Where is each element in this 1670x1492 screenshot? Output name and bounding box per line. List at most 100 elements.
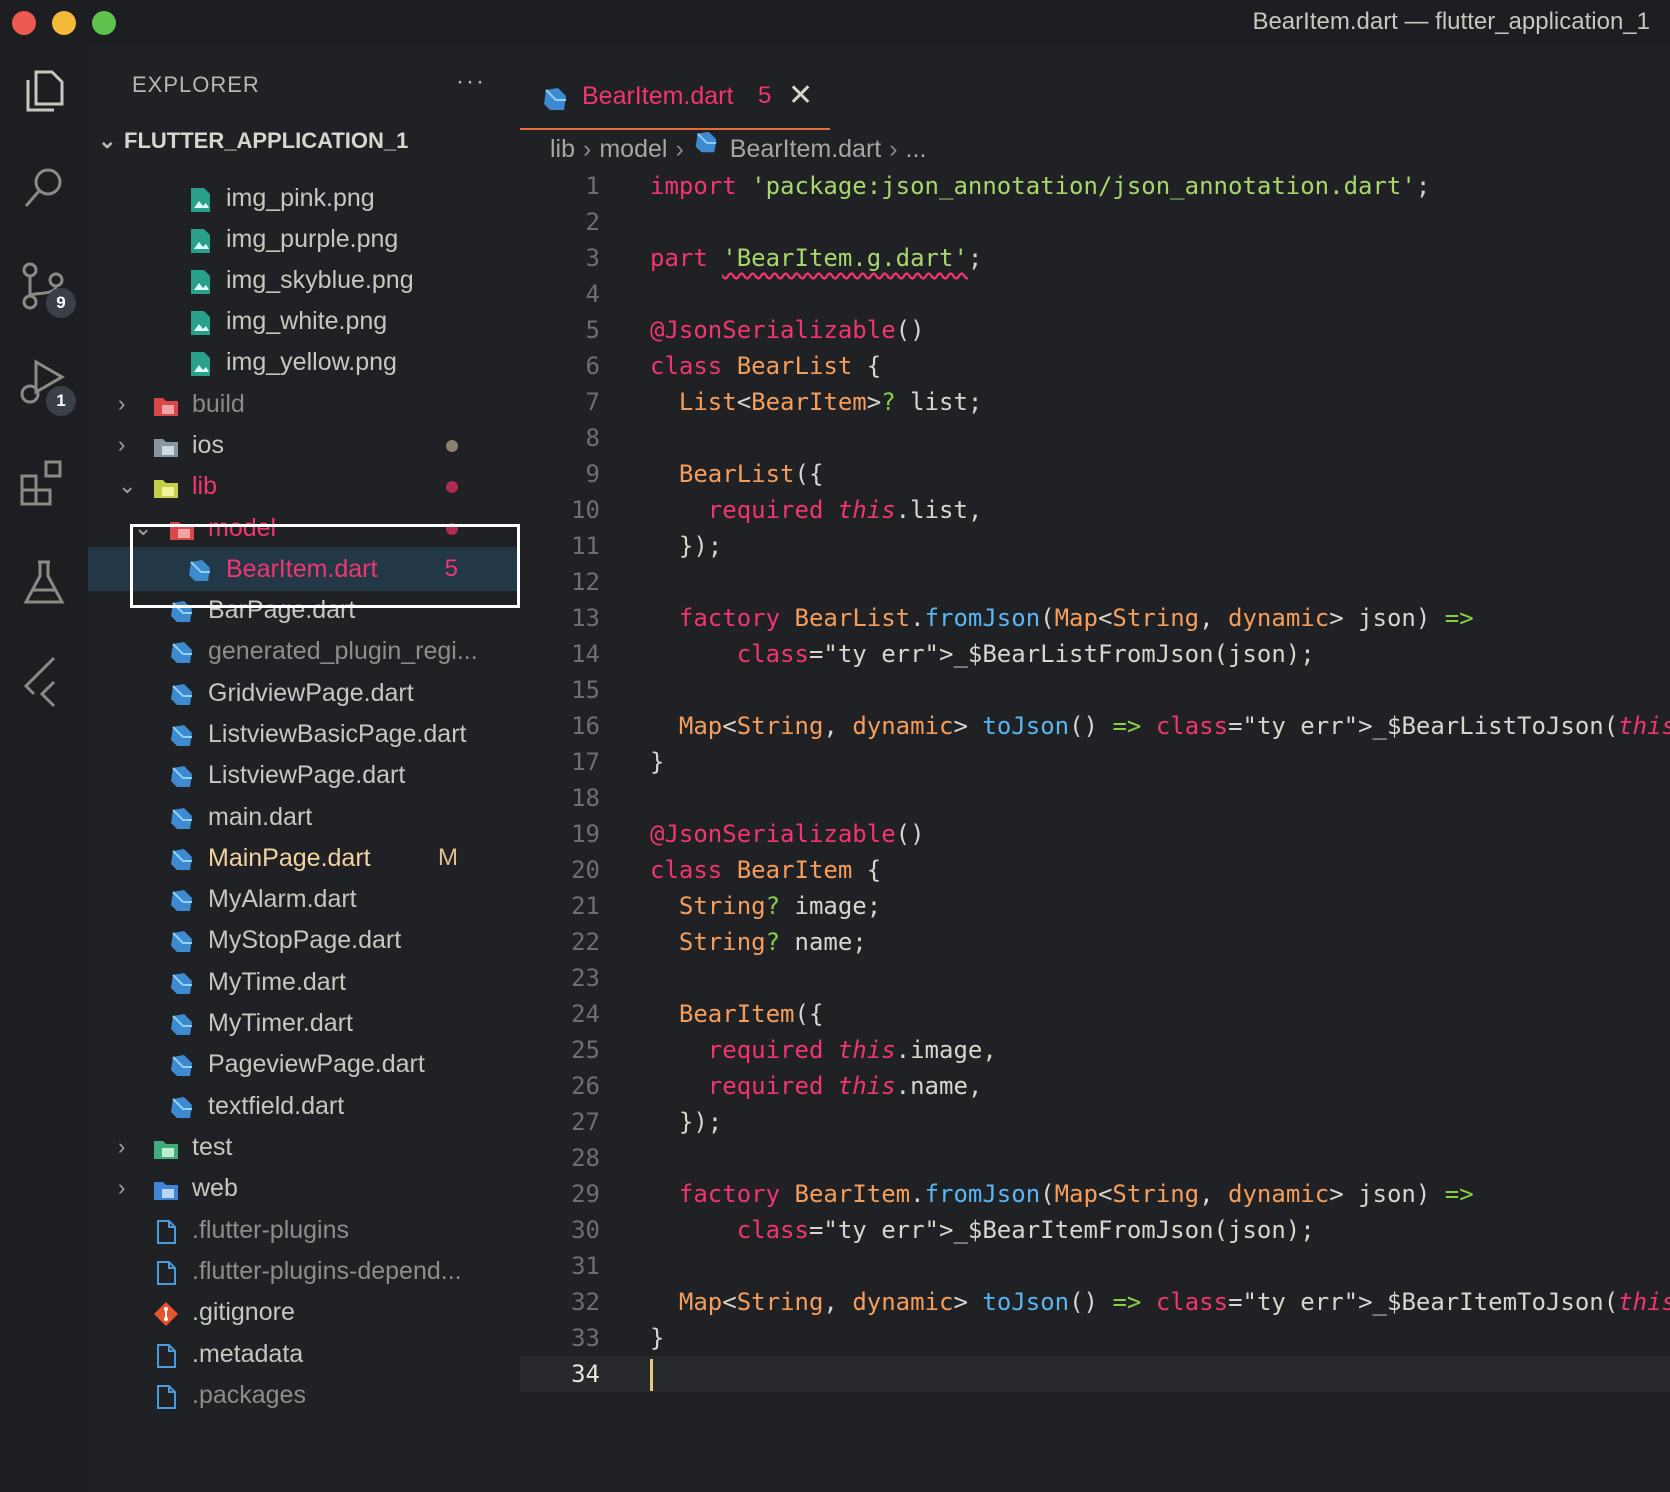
code-line[interactable]: 17} [520, 744, 1670, 780]
code-line[interactable]: 32 Map<String, dynamic> toJson() => clas… [520, 1284, 1670, 1320]
code-line[interactable]: 3 part 'BearItem.g.dart'; [520, 240, 1670, 276]
explorer-item[interactable]: ⌄ model [88, 506, 520, 550]
explorer-item[interactable]: GridviewPage.dart [88, 671, 520, 715]
code-line[interactable]: 11 }); [520, 528, 1670, 564]
explorer-item[interactable]: › build [88, 382, 520, 426]
code-line[interactable]: 20 class BearItem { [520, 852, 1670, 888]
explorer-item[interactable]: img_skyblue.png [88, 258, 520, 302]
explorer-item[interactable]: › test [88, 1125, 520, 1169]
code-line[interactable]: 5 @JsonSerializable() [520, 312, 1670, 348]
code-editor[interactable]: 1 import 'package:json_annotation/json_an… [520, 168, 1670, 1392]
explorer-item[interactable]: › ios [88, 423, 520, 467]
code-text: Map<String, dynamic> toJson() => class="… [678, 1288, 1670, 1316]
code-line[interactable]: 34 [520, 1356, 1670, 1392]
code-line[interactable]: 19 @JsonSerializable() [520, 816, 1670, 852]
project-root[interactable]: ⌄ FLUTTER_APPLICATION_1 [98, 128, 408, 162]
search-icon[interactable] [16, 160, 72, 216]
explorer-item[interactable]: MyAlarm.dart [88, 877, 520, 921]
explorer-item[interactable]: textfield.dart [88, 1084, 520, 1128]
explorer-item[interactable]: img_purple.png [88, 217, 520, 261]
code-line[interactable]: 6 class BearList { [520, 348, 1670, 384]
breadcrumb-more[interactable]: ... [906, 129, 927, 169]
extensions-icon[interactable] [16, 454, 72, 510]
code-line[interactable]: 2 [520, 204, 1670, 240]
flutter-icon[interactable] [16, 652, 72, 708]
explorer-item-label: img_purple.png [226, 225, 399, 253]
dart-file-icon [168, 844, 196, 872]
code-line[interactable]: 30 class="ty err">_$BearItemFromJson(jso… [520, 1212, 1670, 1248]
explorer-item[interactable]: .gitignore [88, 1290, 520, 1334]
explorer-item[interactable]: generated_plugin_regi... [88, 629, 520, 673]
explorer-item[interactable]: MyTimer.dart [88, 1001, 520, 1045]
explorer-item-label: main.dart [208, 803, 313, 831]
code-line[interactable]: 25 required this.image, [520, 1032, 1670, 1068]
explorer-more-button[interactable]: ··· [456, 68, 486, 96]
code-line[interactable]: 12 [520, 564, 1670, 600]
line-number: 27 [571, 1108, 600, 1136]
code-line[interactable]: 8 [520, 420, 1670, 456]
code-line[interactable]: 31 [520, 1248, 1670, 1284]
code-line[interactable]: 27 }); [520, 1104, 1670, 1140]
breadcrumb-lib[interactable]: lib [550, 129, 575, 169]
explorer-item[interactable]: ListviewBasicPage.dart [88, 712, 520, 756]
explorer-sidebar: EXPLORER ··· ⌄ FLUTTER_APPLICATION_1 img_… [88, 44, 520, 1492]
explorer-item[interactable]: MyTime.dart [88, 960, 520, 1004]
explorer-item[interactable]: .flutter-plugins-depend... [88, 1249, 520, 1293]
code-text: part 'BearItem.g.dart'; [650, 244, 983, 272]
line-number: 13 [571, 604, 600, 632]
code-text: BearList({ [678, 460, 824, 488]
code-line[interactable]: 28 [520, 1140, 1670, 1176]
testing-icon[interactable] [16, 554, 72, 610]
code-line[interactable]: 7 List<BearItem>? list; [520, 384, 1670, 420]
explorer-icon[interactable] [16, 64, 72, 120]
explorer-item-label: img_pink.png [226, 184, 375, 212]
code-line[interactable]: 16 Map<String, dynamic> toJson() => clas… [520, 708, 1670, 744]
explorer-item[interactable]: MyStopPage.dart [88, 918, 520, 962]
code-text: }); [650, 1108, 723, 1136]
explorer-item[interactable]: ⌄ lib [88, 464, 520, 508]
code-line[interactable]: 4 [520, 276, 1670, 312]
code-line[interactable]: 26 required this.name, [520, 1068, 1670, 1104]
source-control-badge: 9 [46, 288, 76, 318]
explorer-item[interactable]: ListviewPage.dart [88, 753, 520, 797]
explorer-item[interactable]: › web [88, 1166, 520, 1210]
explorer-item[interactable]: .packages [88, 1373, 520, 1417]
code-line[interactable]: 1 import 'package:json_annotation/json_an… [520, 168, 1670, 204]
explorer-item[interactable]: .flutter-plugins [88, 1208, 520, 1252]
tab-bearitem-dart[interactable]: BearItem.dart 5 ✕ [520, 64, 830, 130]
code-line[interactable]: 10 required this.list, [520, 492, 1670, 528]
explorer-item[interactable]: .metadata [88, 1332, 520, 1376]
minimize-window-button[interactable] [52, 11, 76, 35]
code-line[interactable]: 22 String? name; [520, 924, 1670, 960]
breadcrumb-file[interactable]: BearItem.dart [730, 129, 881, 169]
explorer-item[interactable]: BarPage.dart [88, 588, 520, 632]
code-line[interactable]: 23 [520, 960, 1670, 996]
code-line[interactable]: 21 String? image; [520, 888, 1670, 924]
code-text: } [650, 1324, 665, 1352]
explorer-item[interactable]: MainPage.dart M [88, 836, 520, 880]
explorer-item[interactable]: BearItem.dart 5 [88, 547, 520, 591]
explorer-item[interactable]: img_white.png [88, 299, 520, 343]
code-line[interactable]: 14 class="ty err">_$BearListFromJson(jso… [520, 636, 1670, 672]
code-line[interactable]: 18 [520, 780, 1670, 816]
explorer-item-label: ListviewPage.dart [208, 761, 406, 789]
explorer-item[interactable]: img_pink.png [88, 176, 520, 220]
breadcrumb-separator-icon: › [889, 135, 898, 164]
code-line[interactable]: 24 BearItem({ [520, 996, 1670, 1032]
code-line[interactable]: 29 factory BearItem.fromJson(Map<String,… [520, 1176, 1670, 1212]
explorer-item[interactable]: PageviewPage.dart [88, 1042, 520, 1086]
code-text: import 'package:json_annotation/json_ann… [650, 172, 1431, 200]
explorer-item[interactable]: main.dart [88, 795, 520, 839]
code-line[interactable]: 9 BearList({ [520, 456, 1670, 492]
code-line[interactable]: 13 factory BearList.fromJson(Map<String,… [520, 600, 1670, 636]
line-number: 31 [571, 1252, 600, 1280]
line-number: 5 [585, 316, 600, 344]
code-line[interactable]: 15 [520, 672, 1670, 708]
maximize-window-button[interactable] [92, 11, 116, 35]
code-line[interactable]: 33} [520, 1320, 1670, 1356]
dart-file-icon [168, 761, 196, 789]
breadcrumb-model[interactable]: model [599, 129, 667, 169]
close-tab-icon[interactable]: ✕ [788, 78, 813, 113]
explorer-item[interactable]: img_yellow.png [88, 340, 520, 384]
close-window-button[interactable] [12, 11, 36, 35]
